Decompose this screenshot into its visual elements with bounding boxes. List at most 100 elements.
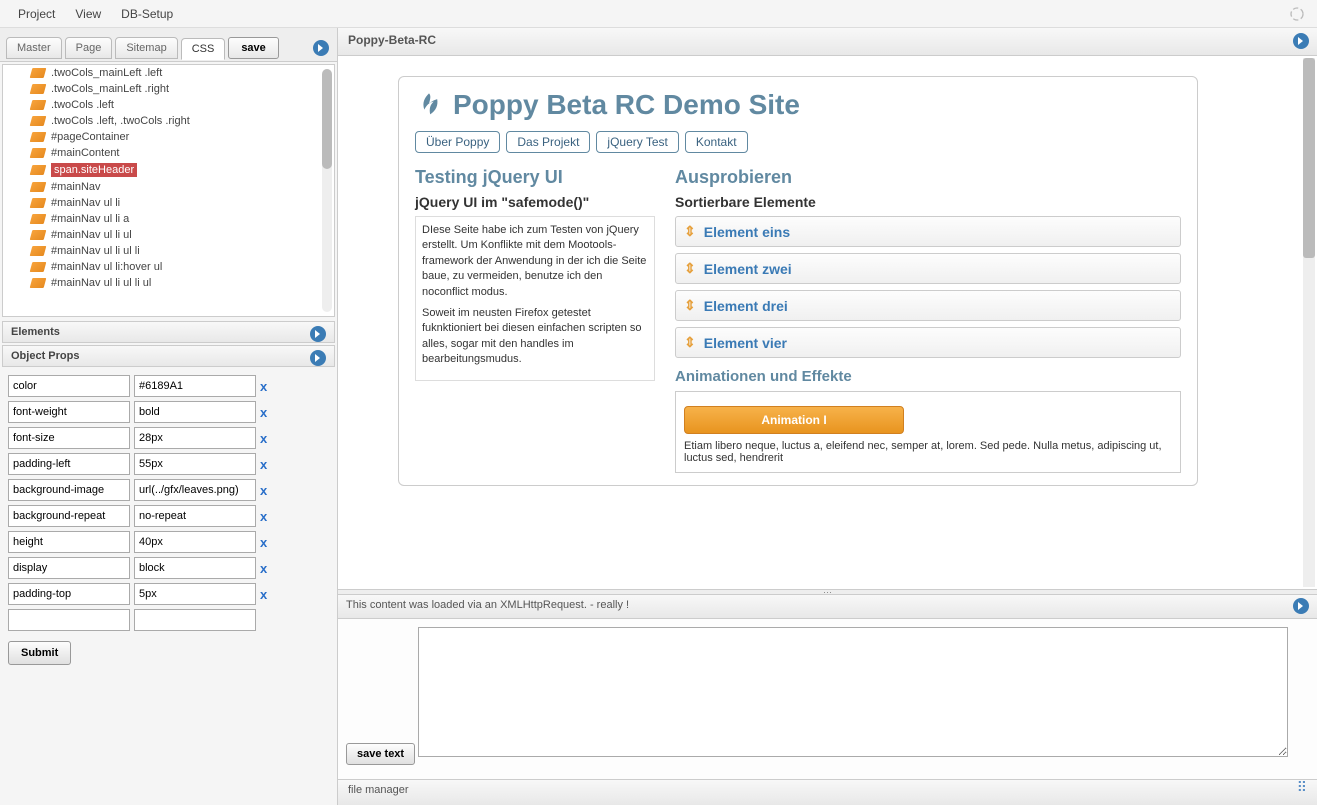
preview-body[interactable]: Poppy Beta RC Demo Site Über Poppy Das P… [338,56,1317,589]
props-panel-header[interactable]: Object Props [2,345,335,367]
tab-master[interactable]: Master [6,37,62,59]
prop-key-input[interactable] [8,557,130,579]
css-tree-label: #mainNav ul li ul li ul [51,277,151,289]
save-text-button[interactable]: save text [346,743,415,765]
drag-handle-icon[interactable]: ⇕ [684,260,696,277]
prop-value-input[interactable] [134,453,256,475]
collapse-icon[interactable] [313,40,329,56]
resize-dots-icon[interactable]: ⠿ [1297,784,1309,790]
prop-key-input[interactable] [8,505,130,527]
submit-button[interactable]: Submit [8,641,71,665]
css-tree-item[interactable]: #mainNav ul li:hover ul [3,259,334,275]
css-tree-item[interactable]: #mainNav ul li ul li [3,243,334,259]
sortable-item[interactable]: ⇕Element zwei [675,253,1181,284]
css-rule-icon [30,84,47,94]
delete-prop-icon[interactable]: x [260,561,267,576]
css-tree-item[interactable]: .twoCols_mainLeft .right [3,81,334,97]
nav-item[interactable]: Über Poppy [415,131,500,153]
css-tree-label: .twoCols_mainLeft .left [51,67,162,79]
css-tree-item[interactable]: .twoCols .left [3,97,334,113]
prop-value-input[interactable] [134,375,256,397]
css-rule-icon [30,116,47,126]
prop-key-input[interactable] [8,479,130,501]
tree-scrollbar[interactable] [322,69,332,312]
delete-prop-icon[interactable]: x [260,483,267,498]
css-rule-icon [30,230,47,240]
prop-key-input[interactable] [8,375,130,397]
prop-key-input[interactable] [8,401,130,423]
css-tree-item[interactable]: #mainNav ul li ul li ul [3,275,334,291]
right-col-heading: Ausprobieren [675,167,1181,188]
css-tree-item[interactable]: #mainNav ul li [3,195,334,211]
prop-key-input[interactable] [8,427,130,449]
file-manager-label[interactable]: file manager [348,784,409,796]
sortable-item[interactable]: ⇕Element vier [675,327,1181,358]
leaves-icon [415,91,443,119]
drag-handle-icon[interactable]: ⇕ [684,297,696,314]
sortable-item[interactable]: ⇕Element drei [675,290,1181,321]
menu-project[interactable]: Project [8,3,65,25]
collapse-icon[interactable] [310,326,326,342]
drag-handle-icon[interactable]: ⇕ [684,223,696,240]
nav-item[interactable]: Kontakt [685,131,748,153]
prop-value-input[interactable] [134,583,256,605]
delete-prop-icon[interactable]: x [260,379,267,394]
drag-handle-icon[interactable]: ⇕ [684,334,696,351]
save-button[interactable]: save [228,37,278,59]
prop-value-input[interactable] [134,531,256,553]
nav-item[interactable]: Das Projekt [506,131,590,153]
tab-css[interactable]: CSS [181,38,226,60]
collapse-icon[interactable] [1293,33,1309,49]
css-tree-label: #mainNav ul li:hover ul [51,261,162,273]
prop-key-input[interactable] [8,531,130,553]
css-rule-icon [30,132,47,142]
preview-title: Poppy-Beta-RC [348,33,436,47]
elements-panel-header[interactable]: Elements [2,321,335,343]
prop-value-input[interactable] [134,479,256,501]
css-tree-item[interactable]: span.siteHeader [3,161,334,179]
xhr-status-bar: This content was loaded via an XMLHttpRe… [338,595,1317,619]
css-tree-item[interactable]: #mainNav [3,179,334,195]
css-rule-icon [30,68,47,78]
delete-prop-icon[interactable]: x [260,535,267,550]
left-col-heading: Testing jQuery UI [415,167,655,188]
delete-prop-icon[interactable]: x [260,457,267,472]
css-tree-item[interactable]: #pageContainer [3,129,334,145]
prop-value-input[interactable] [134,427,256,449]
left-tabbar: Master Page Sitemap CSS save [0,28,337,62]
prop-key-input[interactable] [8,453,130,475]
menu-view[interactable]: View [65,3,111,25]
prop-value-input[interactable] [134,557,256,579]
tab-page[interactable]: Page [65,37,113,59]
delete-prop-icon[interactable]: x [260,587,267,602]
prop-value-input-empty[interactable] [134,609,256,631]
css-tree-item[interactable]: .twoCols .left, .twoCols .right [3,113,334,129]
tab-sitemap[interactable]: Sitemap [115,37,177,59]
nav-item[interactable]: jQuery Test [596,131,678,153]
prop-value-input[interactable] [134,505,256,527]
editor-textarea[interactable] [418,627,1288,757]
collapse-icon[interactable] [1293,598,1309,614]
preview-scrollbar[interactable] [1303,58,1315,587]
css-tree-item[interactable]: #mainNav ul li ul [3,227,334,243]
menu-db-setup[interactable]: DB-Setup [111,3,183,25]
delete-prop-icon[interactable]: x [260,431,267,446]
sortable-label: Element eins [704,224,790,240]
css-tree-item[interactable]: #mainContent [3,145,334,161]
css-tree-item[interactable]: .twoCols_mainLeft .left [3,65,334,81]
prop-key-input-empty[interactable] [8,609,130,631]
prop-key-input[interactable] [8,583,130,605]
delete-prop-icon[interactable]: x [260,509,267,524]
prop-row: x [8,427,329,449]
css-selector-tree[interactable]: .twoCols_mainLeft .left .twoCols_mainLeft… [2,64,335,317]
prop-row: x [8,479,329,501]
sortable-heading: Sortierbare Elemente [675,194,1181,210]
collapse-icon[interactable] [310,350,326,366]
prop-value-input[interactable] [134,401,256,423]
prop-row: x [8,375,329,397]
css-tree-item[interactable]: #mainNav ul li a [3,211,334,227]
animation-button[interactable]: Animation I [684,406,904,434]
delete-prop-icon[interactable]: x [260,405,267,420]
sortable-item[interactable]: ⇕ Element eins [675,216,1181,247]
css-tree-label: .twoCols_mainLeft .right [51,83,169,95]
